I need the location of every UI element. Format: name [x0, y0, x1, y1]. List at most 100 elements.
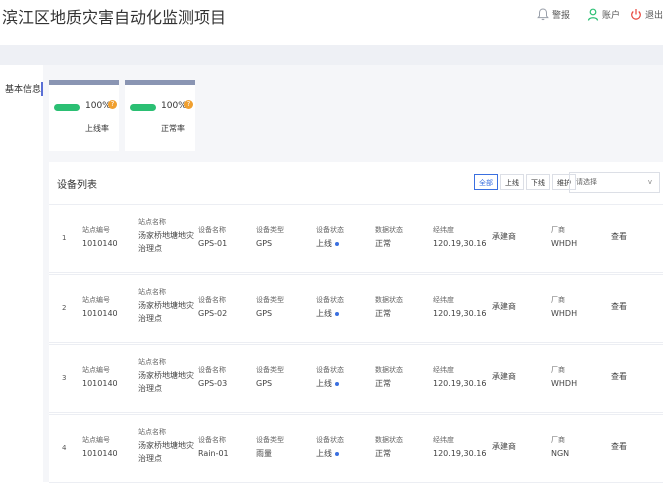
status-dot-icon	[335, 241, 339, 246]
station-name-value-line2: 治理点	[138, 454, 162, 463]
help-badge-icon[interactable]: ?	[184, 100, 193, 109]
sidebar-item-basic-info[interactable]: 基本信息	[0, 82, 43, 96]
lonlat-value: 120.19,30.16	[433, 309, 487, 318]
active-indicator	[41, 82, 43, 96]
lonlat-value: 120.19,30.16	[433, 239, 487, 248]
lonlat-label: 经纬度	[433, 226, 454, 234]
station-name-cell: 站点名称 汤家桥地塘地灾 治理点	[138, 356, 194, 395]
builder-cell: 承建商	[492, 370, 516, 383]
station-name-value-line2: 治理点	[138, 384, 162, 393]
online-rate-label: 上线率	[85, 124, 109, 133]
normal-rate-label: 正常率	[161, 124, 185, 133]
device-name-value: GPS-01	[198, 239, 228, 248]
row-divider	[49, 274, 663, 275]
device-status-cell: 设备状态 上线	[316, 364, 344, 390]
progress-pill	[54, 104, 80, 111]
table-row: 1 站点编号 1010140 站点名称 汤家桥地塘地灾 治理点 设备名称 GPS…	[49, 204, 663, 273]
vendor-label: 厂商	[551, 226, 565, 234]
station-no-value: 1010140	[82, 379, 118, 388]
row-divider	[49, 204, 663, 205]
station-name-value: 汤家桥地塘地灾	[138, 301, 194, 310]
data-status-label: 数据状态	[375, 436, 403, 444]
table-row: 4 站点编号 1010140 站点名称 汤家桥地塘地灾 治理点 设备名称 Rai…	[49, 414, 663, 483]
device-name-value: Rain-01	[198, 449, 229, 458]
status-dot-icon	[335, 381, 339, 386]
station-name-label: 站点名称	[138, 288, 166, 296]
device-name-value: GPS-02	[198, 309, 228, 318]
vendor-label: 厂商	[551, 366, 565, 374]
device-type-cell: 设备类型 雨量	[256, 434, 284, 460]
vendor-value: NGN	[551, 449, 570, 458]
device-status-cell: 设备状态 上线	[316, 294, 344, 320]
data-status-cell: 数据状态 正常	[375, 434, 403, 460]
station-name-value-line2: 治理点	[138, 244, 162, 253]
station-no-value: 1010140	[82, 239, 118, 248]
station-name-label: 站点名称	[138, 358, 166, 366]
row-index: 4	[62, 444, 67, 452]
filter-all-button[interactable]: 全部	[474, 174, 498, 190]
lonlat-value: 120.19,30.16	[433, 379, 487, 388]
device-status-value: 上线	[316, 307, 344, 320]
device-status-value: 上线	[316, 237, 344, 250]
lonlat-cell: 经纬度 120.19,30.16	[433, 364, 486, 390]
account-button[interactable]: 账户	[587, 8, 620, 21]
station-no-label: 站点编号	[82, 436, 110, 444]
data-status-value: 正常	[375, 379, 391, 388]
filter-online-button[interactable]: 上线	[500, 174, 524, 190]
view-button[interactable]: 查看	[611, 371, 627, 382]
station-no-cell: 站点编号 1010140	[82, 224, 118, 250]
device-select[interactable]: 请选择 v	[569, 172, 660, 193]
alarm-label: 警报	[552, 11, 571, 21]
station-name-value: 汤家桥地塘地灾	[138, 231, 194, 240]
logout-button[interactable]: 退出	[630, 8, 663, 21]
row-index: 2	[62, 304, 67, 312]
station-name-cell: 站点名称 汤家桥地塘地灾 治理点	[138, 286, 194, 325]
device-type-value: GPS	[256, 239, 273, 248]
station-no-label: 站点编号	[82, 366, 110, 374]
top-bar: 滨江区地质灾害自动化监测项目 警报 账户 退出	[0, 0, 663, 45]
station-no-label: 站点编号	[82, 296, 110, 304]
online-rate-card: 100% ? 上线率	[49, 80, 119, 151]
help-badge-icon[interactable]: ?	[108, 100, 117, 109]
device-type-value: 雨量	[256, 449, 272, 458]
device-status-value: 上线	[316, 447, 344, 460]
lonlat-label: 经纬度	[433, 366, 454, 374]
view-button[interactable]: 查看	[611, 441, 627, 452]
station-no-cell: 站点编号 1010140	[82, 294, 118, 320]
builder-value: 承建商	[492, 372, 516, 381]
data-status-cell: 数据状态 正常	[375, 294, 403, 320]
card-header-bar	[125, 80, 195, 85]
bell-icon	[537, 8, 549, 21]
device-name-value: GPS-03	[198, 379, 228, 388]
normal-rate-card: 100% ? 正常率	[125, 80, 195, 151]
station-name-value: 汤家桥地塘地灾	[138, 371, 194, 380]
device-type-cell: 设备类型 GPS	[256, 364, 284, 390]
logout-label: 退出	[645, 11, 663, 21]
vendor-cell: 厂商 WHDH	[551, 364, 577, 390]
vendor-value: WHDH	[551, 309, 578, 318]
normal-rate-value: 100%	[161, 101, 187, 111]
sub-header-band	[0, 45, 663, 65]
device-list-title: 设备列表	[57, 180, 97, 191]
view-button[interactable]: 查看	[611, 301, 627, 312]
data-status-cell: 数据状态 正常	[375, 364, 403, 390]
filter-offline-button[interactable]: 下线	[526, 174, 550, 190]
view-button[interactable]: 查看	[611, 231, 627, 242]
lonlat-label: 经纬度	[433, 296, 454, 304]
builder-cell: 承建商	[492, 300, 516, 313]
data-status-label: 数据状态	[375, 226, 403, 234]
data-status-label: 数据状态	[375, 366, 403, 374]
lonlat-cell: 经纬度 120.19,30.16	[433, 224, 486, 250]
chevron-down-icon: v	[647, 178, 652, 186]
builder-value: 承建商	[492, 302, 516, 311]
lonlat-cell: 经纬度 120.19,30.16	[433, 294, 486, 320]
device-name-cell: 设备名称 GPS-02	[198, 294, 227, 320]
data-status-label: 数据状态	[375, 296, 403, 304]
station-name-value-line2: 治理点	[138, 314, 162, 323]
device-type-label: 设备类型	[256, 226, 284, 234]
station-name-label: 站点名称	[138, 218, 166, 226]
station-name-value: 汤家桥地塘地灾	[138, 441, 194, 450]
lonlat-cell: 经纬度 120.19,30.16	[433, 434, 486, 460]
station-no-value: 1010140	[82, 449, 118, 458]
alarm-button[interactable]: 警报	[537, 8, 570, 21]
